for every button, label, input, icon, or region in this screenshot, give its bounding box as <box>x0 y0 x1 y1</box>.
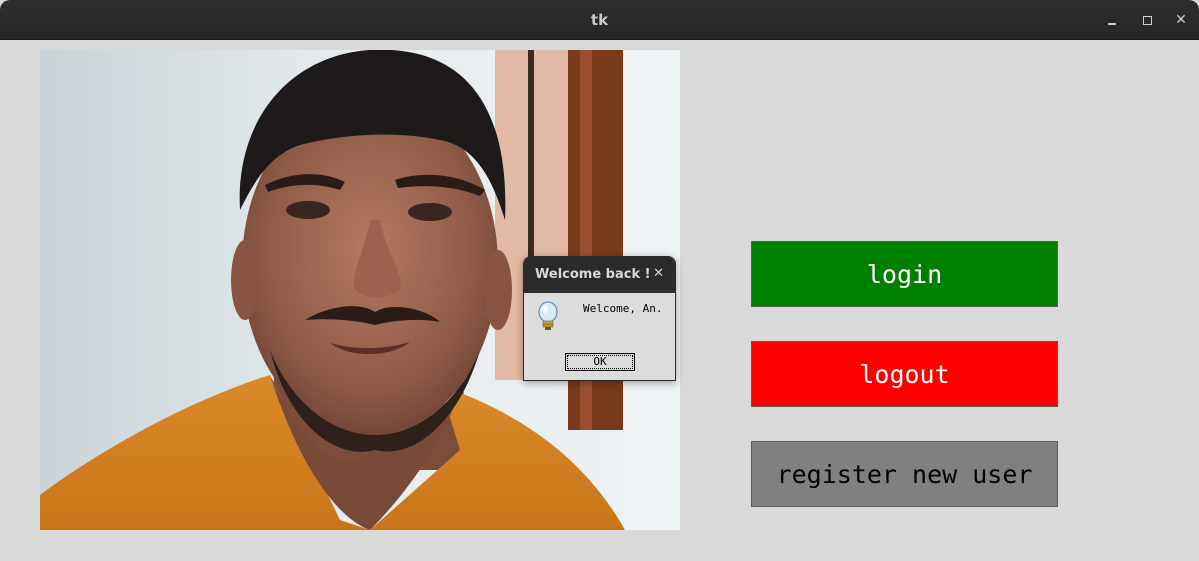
window-title: tk <box>590 11 609 29</box>
ok-button[interactable]: OK <box>565 353 635 371</box>
logout-button[interactable]: logout <box>751 341 1058 407</box>
dialog-titlebar[interactable]: Welcome back ! ✕ <box>524 257 675 293</box>
login-button-label: login <box>866 259 943 289</box>
login-button[interactable]: login <box>751 241 1058 307</box>
lightbulb-icon <box>537 301 559 337</box>
dialog-title: Welcome back ! <box>535 267 651 282</box>
welcome-dialog: Welcome back ! ✕ Welcome, An. OK <box>523 256 676 381</box>
dialog-close-icon[interactable]: ✕ <box>653 266 664 281</box>
window-titlebar[interactable]: tk ✕ <box>0 0 1199 40</box>
main-content: login logout register new user Welcome b… <box>0 40 1199 561</box>
dialog-message: Welcome, An. <box>583 302 663 315</box>
logout-button-label: logout <box>859 359 950 389</box>
register-button-label: register new user <box>776 459 1033 489</box>
close-icon[interactable]: ✕ <box>1171 10 1191 30</box>
register-button[interactable]: register new user <box>751 441 1058 507</box>
minimize-icon[interactable] <box>1103 10 1123 30</box>
maximize-icon[interactable] <box>1137 10 1157 30</box>
